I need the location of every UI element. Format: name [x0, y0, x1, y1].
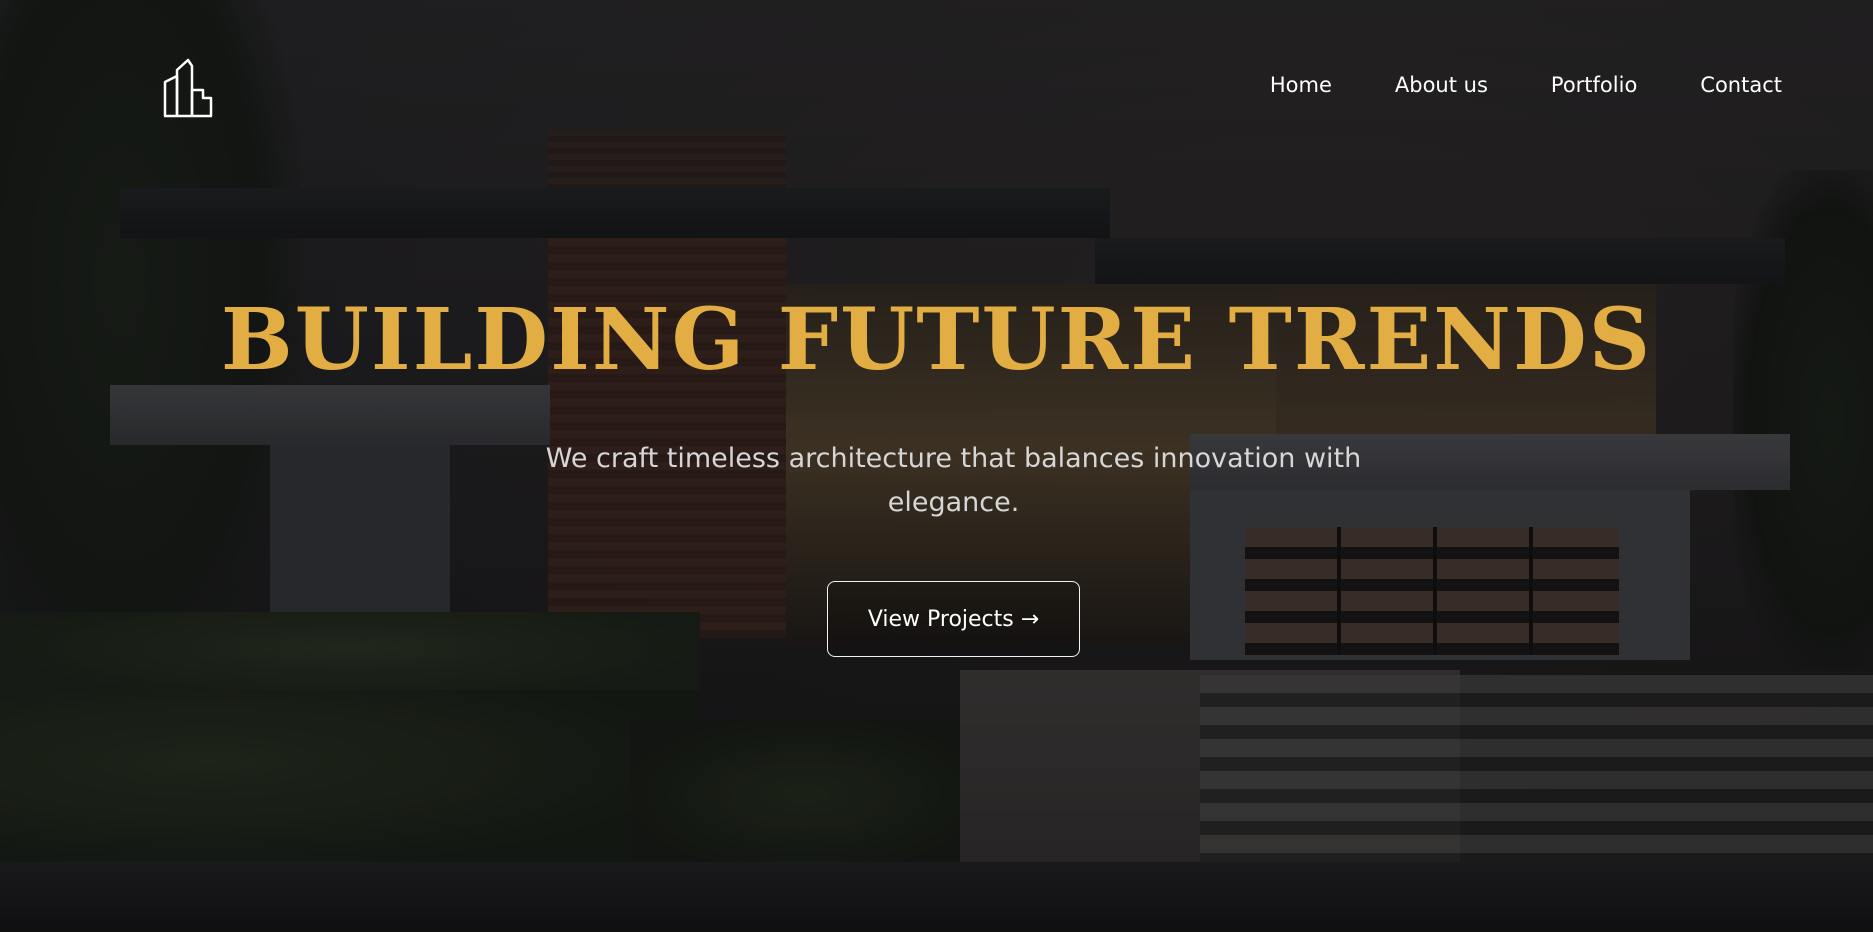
- nav-portfolio[interactable]: Portfolio: [1551, 70, 1637, 100]
- main-nav: Home About us Portfolio Contact: [1207, 70, 1782, 100]
- view-projects-button[interactable]: View Projects →: [827, 581, 1080, 657]
- site-header: Home About us Portfolio Contact: [0, 0, 1873, 170]
- nav-about[interactable]: About us: [1395, 70, 1488, 100]
- nav-contact[interactable]: Contact: [1700, 70, 1782, 100]
- hero-title: BUILDING FUTURE TRENDS: [220, 290, 1653, 390]
- logo-link[interactable]: [163, 58, 213, 118]
- building-icon: [163, 58, 213, 118]
- hero-section: Home About us Portfolio Contact BUILDING…: [0, 0, 1873, 932]
- hero-subtitle: We craft timeless architecture that bala…: [545, 443, 1362, 518]
- nav-home[interactable]: Home: [1270, 70, 1332, 100]
